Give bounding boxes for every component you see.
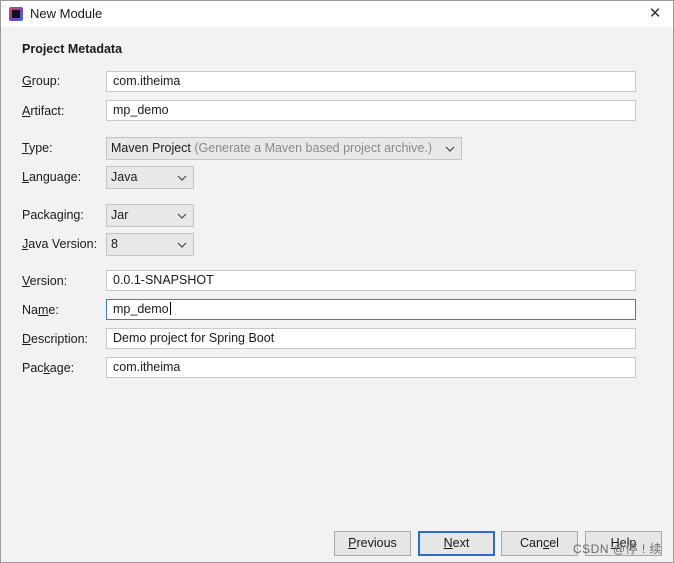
chevron-down-icon <box>445 138 455 159</box>
version-input[interactable]: 0.0.1-SNAPSHOT <box>106 270 636 291</box>
dialog-content: Project Metadata Group: com.itheima Arti… <box>1 27 673 562</box>
packaging-label: Packaging: <box>22 208 84 222</box>
type-value: Maven Project <box>111 141 191 155</box>
name-label: Name: <box>22 303 59 317</box>
artifact-input[interactable]: mp_demo <box>106 100 636 121</box>
packaging-dropdown[interactable]: Jar <box>106 204 194 227</box>
description-label: Description: <box>22 332 89 346</box>
java-version-label: Java Version: <box>22 237 98 251</box>
java-version-dropdown[interactable]: 8 <box>106 233 194 256</box>
intellij-idea-icon <box>9 7 23 21</box>
language-label: Language: <box>22 170 82 184</box>
section-title: Project Metadata <box>22 42 123 56</box>
next-button[interactable]: Next <box>418 531 495 556</box>
packaging-value: Jar <box>111 208 129 222</box>
language-value: Java <box>111 170 138 184</box>
language-dropdown[interactable]: Java <box>106 166 194 189</box>
description-input[interactable]: Demo project for Spring Boot <box>106 328 636 349</box>
package-label: Package: <box>22 361 75 375</box>
type-hint: (Generate a Maven based project archive.… <box>194 141 433 155</box>
previous-button[interactable]: Previous <box>334 531 411 556</box>
group-label: Group: <box>22 74 61 88</box>
cancel-button[interactable]: Cancel <box>501 531 578 556</box>
package-input[interactable]: com.itheima <box>106 357 636 378</box>
close-icon[interactable]: ✕ <box>645 4 665 24</box>
csdn-watermark: CSDN @停 ! 续 <box>573 542 663 556</box>
title-bar: New Module ✕ <box>1 1 673 27</box>
name-value: mp_demo <box>113 302 169 316</box>
version-label: Version: <box>22 274 68 288</box>
type-dropdown[interactable]: Maven Project (Generate a Maven based pr… <box>106 137 462 160</box>
chevron-down-icon <box>177 205 187 226</box>
group-input[interactable]: com.itheima <box>106 71 636 92</box>
text-caret <box>169 302 171 315</box>
chevron-down-icon <box>177 234 187 255</box>
artifact-label: Artifact: <box>22 104 65 118</box>
java-version-value: 8 <box>111 237 118 251</box>
name-input[interactable]: mp_demo <box>106 299 636 320</box>
type-label: Type: <box>22 141 53 155</box>
chevron-down-icon <box>177 167 187 188</box>
window-title: New Module <box>30 6 103 21</box>
new-module-dialog: New Module ✕ Project Metadata Group: com… <box>0 0 674 563</box>
